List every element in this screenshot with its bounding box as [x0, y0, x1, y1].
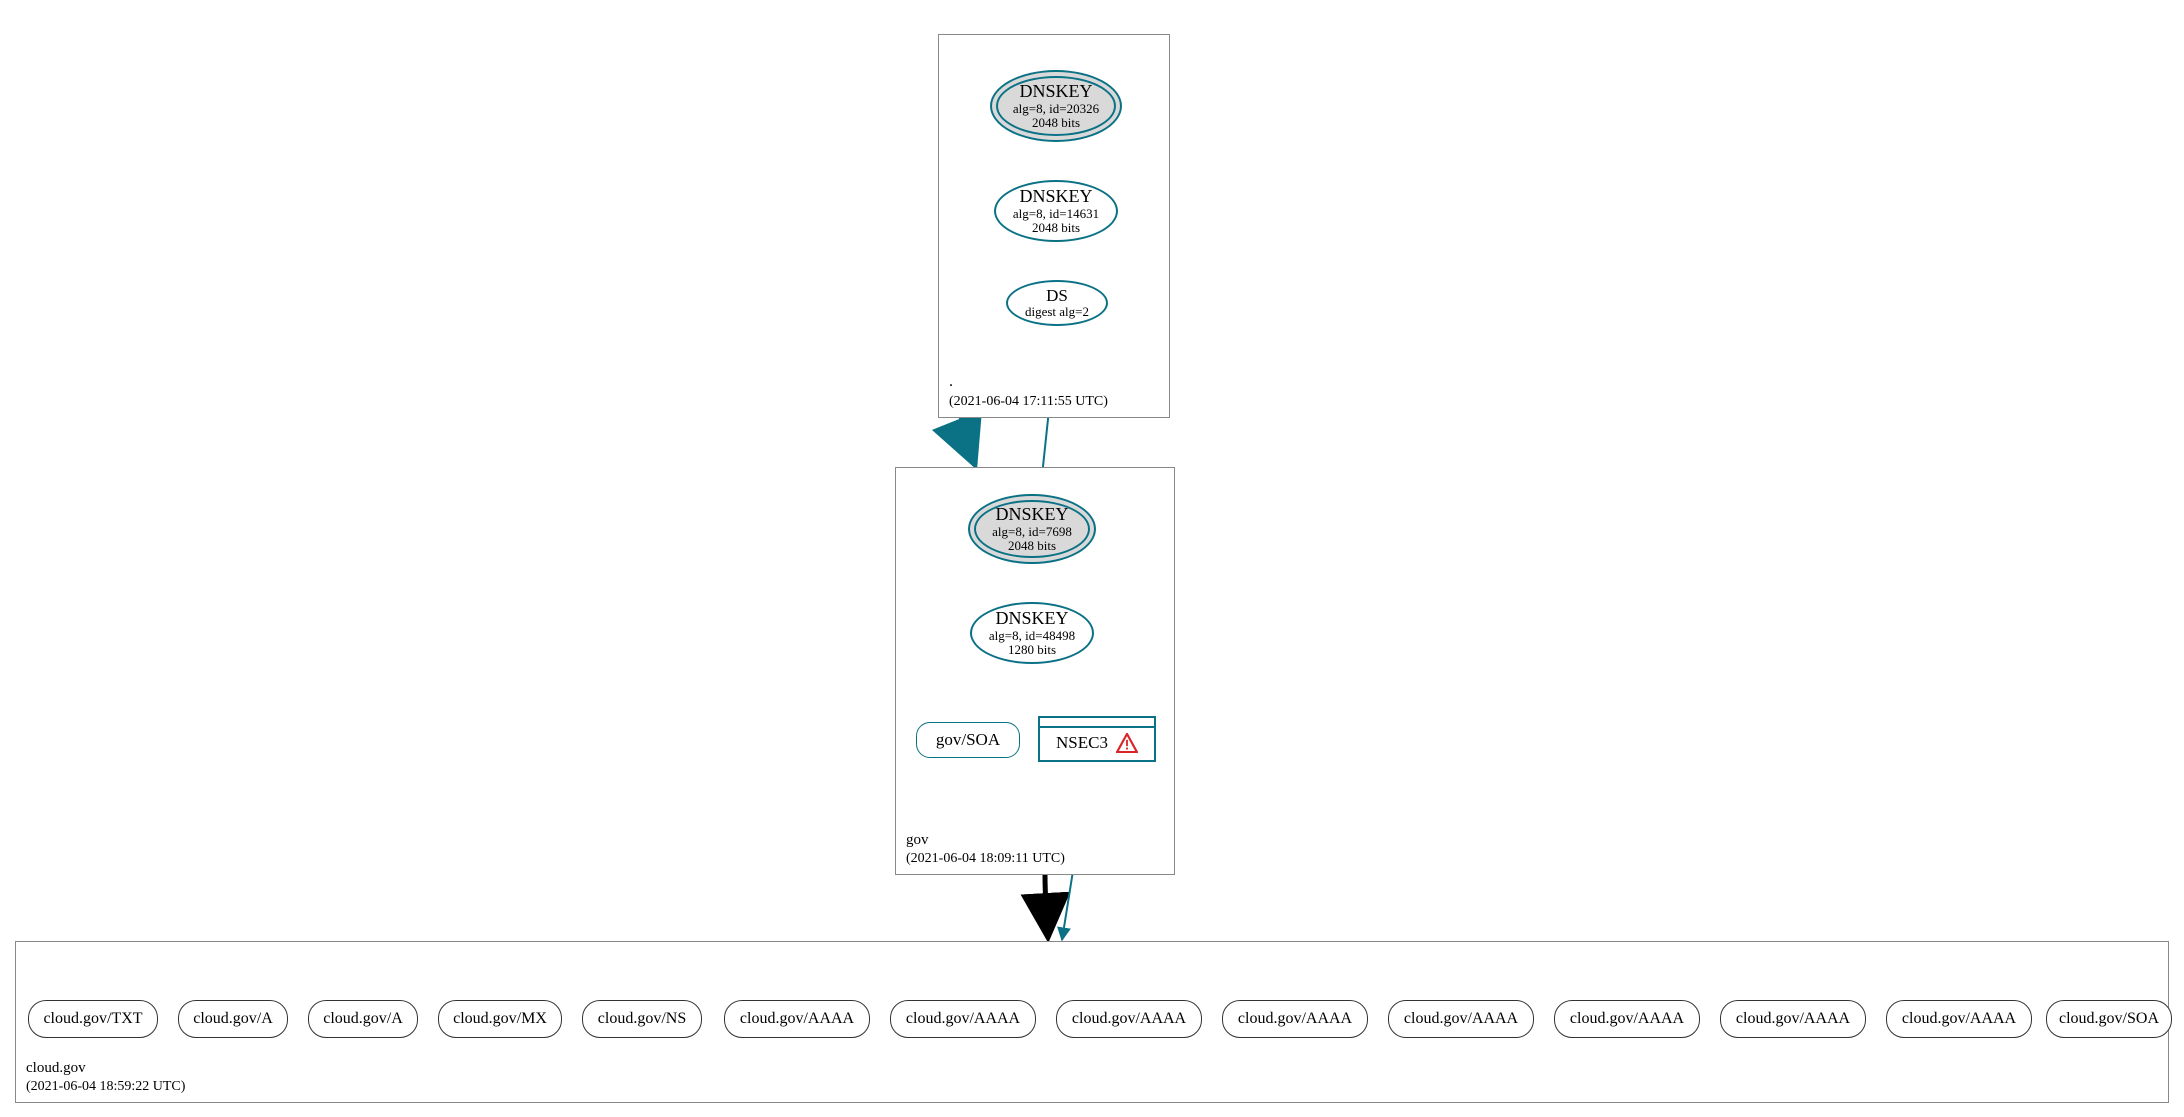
dnssec-diagram: . (2021-06-04 17:11:55 UTC) DNSKEY alg=8… — [0, 0, 2184, 1117]
gov-soa: gov/SOA — [916, 722, 1020, 758]
rrset-cloud-a-2: cloud.gov/A — [308, 1000, 418, 1038]
rrset-cloud-txt: cloud.gov/TXT — [28, 1000, 158, 1038]
zone-cloud-gov-timestamp: (2021-06-04 18:59:22 UTC) — [26, 1079, 185, 1094]
rrset-cloud-soa: cloud.gov/SOA — [2046, 1000, 2172, 1038]
gov-zsk-dnskey: DNSKEY alg=8, id=48498 1280 bits — [970, 602, 1094, 664]
root-zsk-dnskey: DNSKEY alg=8, id=14631 2048 bits — [994, 180, 1118, 242]
warning-icon — [1116, 733, 1138, 753]
zone-gov-label: gov (2021-06-04 18:09:11 UTC) — [906, 831, 1065, 869]
zone-root-timestamp: (2021-06-04 17:11:55 UTC) — [949, 394, 1108, 409]
zone-gov-timestamp: (2021-06-04 18:09:11 UTC) — [906, 851, 1065, 866]
zone-root-label: . (2021-06-04 17:11:55 UTC) — [949, 372, 1108, 411]
gov-ksk-dnskey: DNSKEY alg=8, id=7698 2048 bits — [968, 494, 1096, 564]
rrset-cloud-aaaa-7: cloud.gov/AAAA — [1720, 1000, 1866, 1038]
rrset-cloud-aaaa-2: cloud.gov/AAAA — [890, 1000, 1036, 1038]
zone-root-name: . — [949, 373, 953, 390]
root-ksk-dnskey: DNSKEY alg=8, id=20326 2048 bits — [990, 70, 1122, 142]
rrset-cloud-ns: cloud.gov/NS — [582, 1000, 702, 1038]
rrset-cloud-aaaa-3: cloud.gov/AAAA — [1056, 1000, 1202, 1038]
zone-cloud-gov-label: cloud.gov (2021-06-04 18:59:22 UTC) — [26, 1059, 185, 1097]
rrset-cloud-aaaa-1: cloud.gov/AAAA — [724, 1000, 870, 1038]
rrset-cloud-aaaa-5: cloud.gov/AAAA — [1388, 1000, 1534, 1038]
zone-gov-name: gov — [906, 832, 929, 848]
root-ds: DS digest alg=2 — [1006, 280, 1108, 326]
rrset-cloud-a-1: cloud.gov/A — [178, 1000, 288, 1038]
rrset-cloud-mx: cloud.gov/MX — [438, 1000, 562, 1038]
gov-nsec3: NSEC3 — [1038, 716, 1156, 762]
rrset-cloud-aaaa-6: cloud.gov/AAAA — [1554, 1000, 1700, 1038]
zone-cloud-gov-name: cloud.gov — [26, 1060, 86, 1076]
gov-nsec3-label: NSEC3 — [1056, 733, 1108, 753]
rrset-cloud-aaaa-4: cloud.gov/AAAA — [1222, 1000, 1368, 1038]
rrset-cloud-aaaa-8: cloud.gov/AAAA — [1886, 1000, 2032, 1038]
